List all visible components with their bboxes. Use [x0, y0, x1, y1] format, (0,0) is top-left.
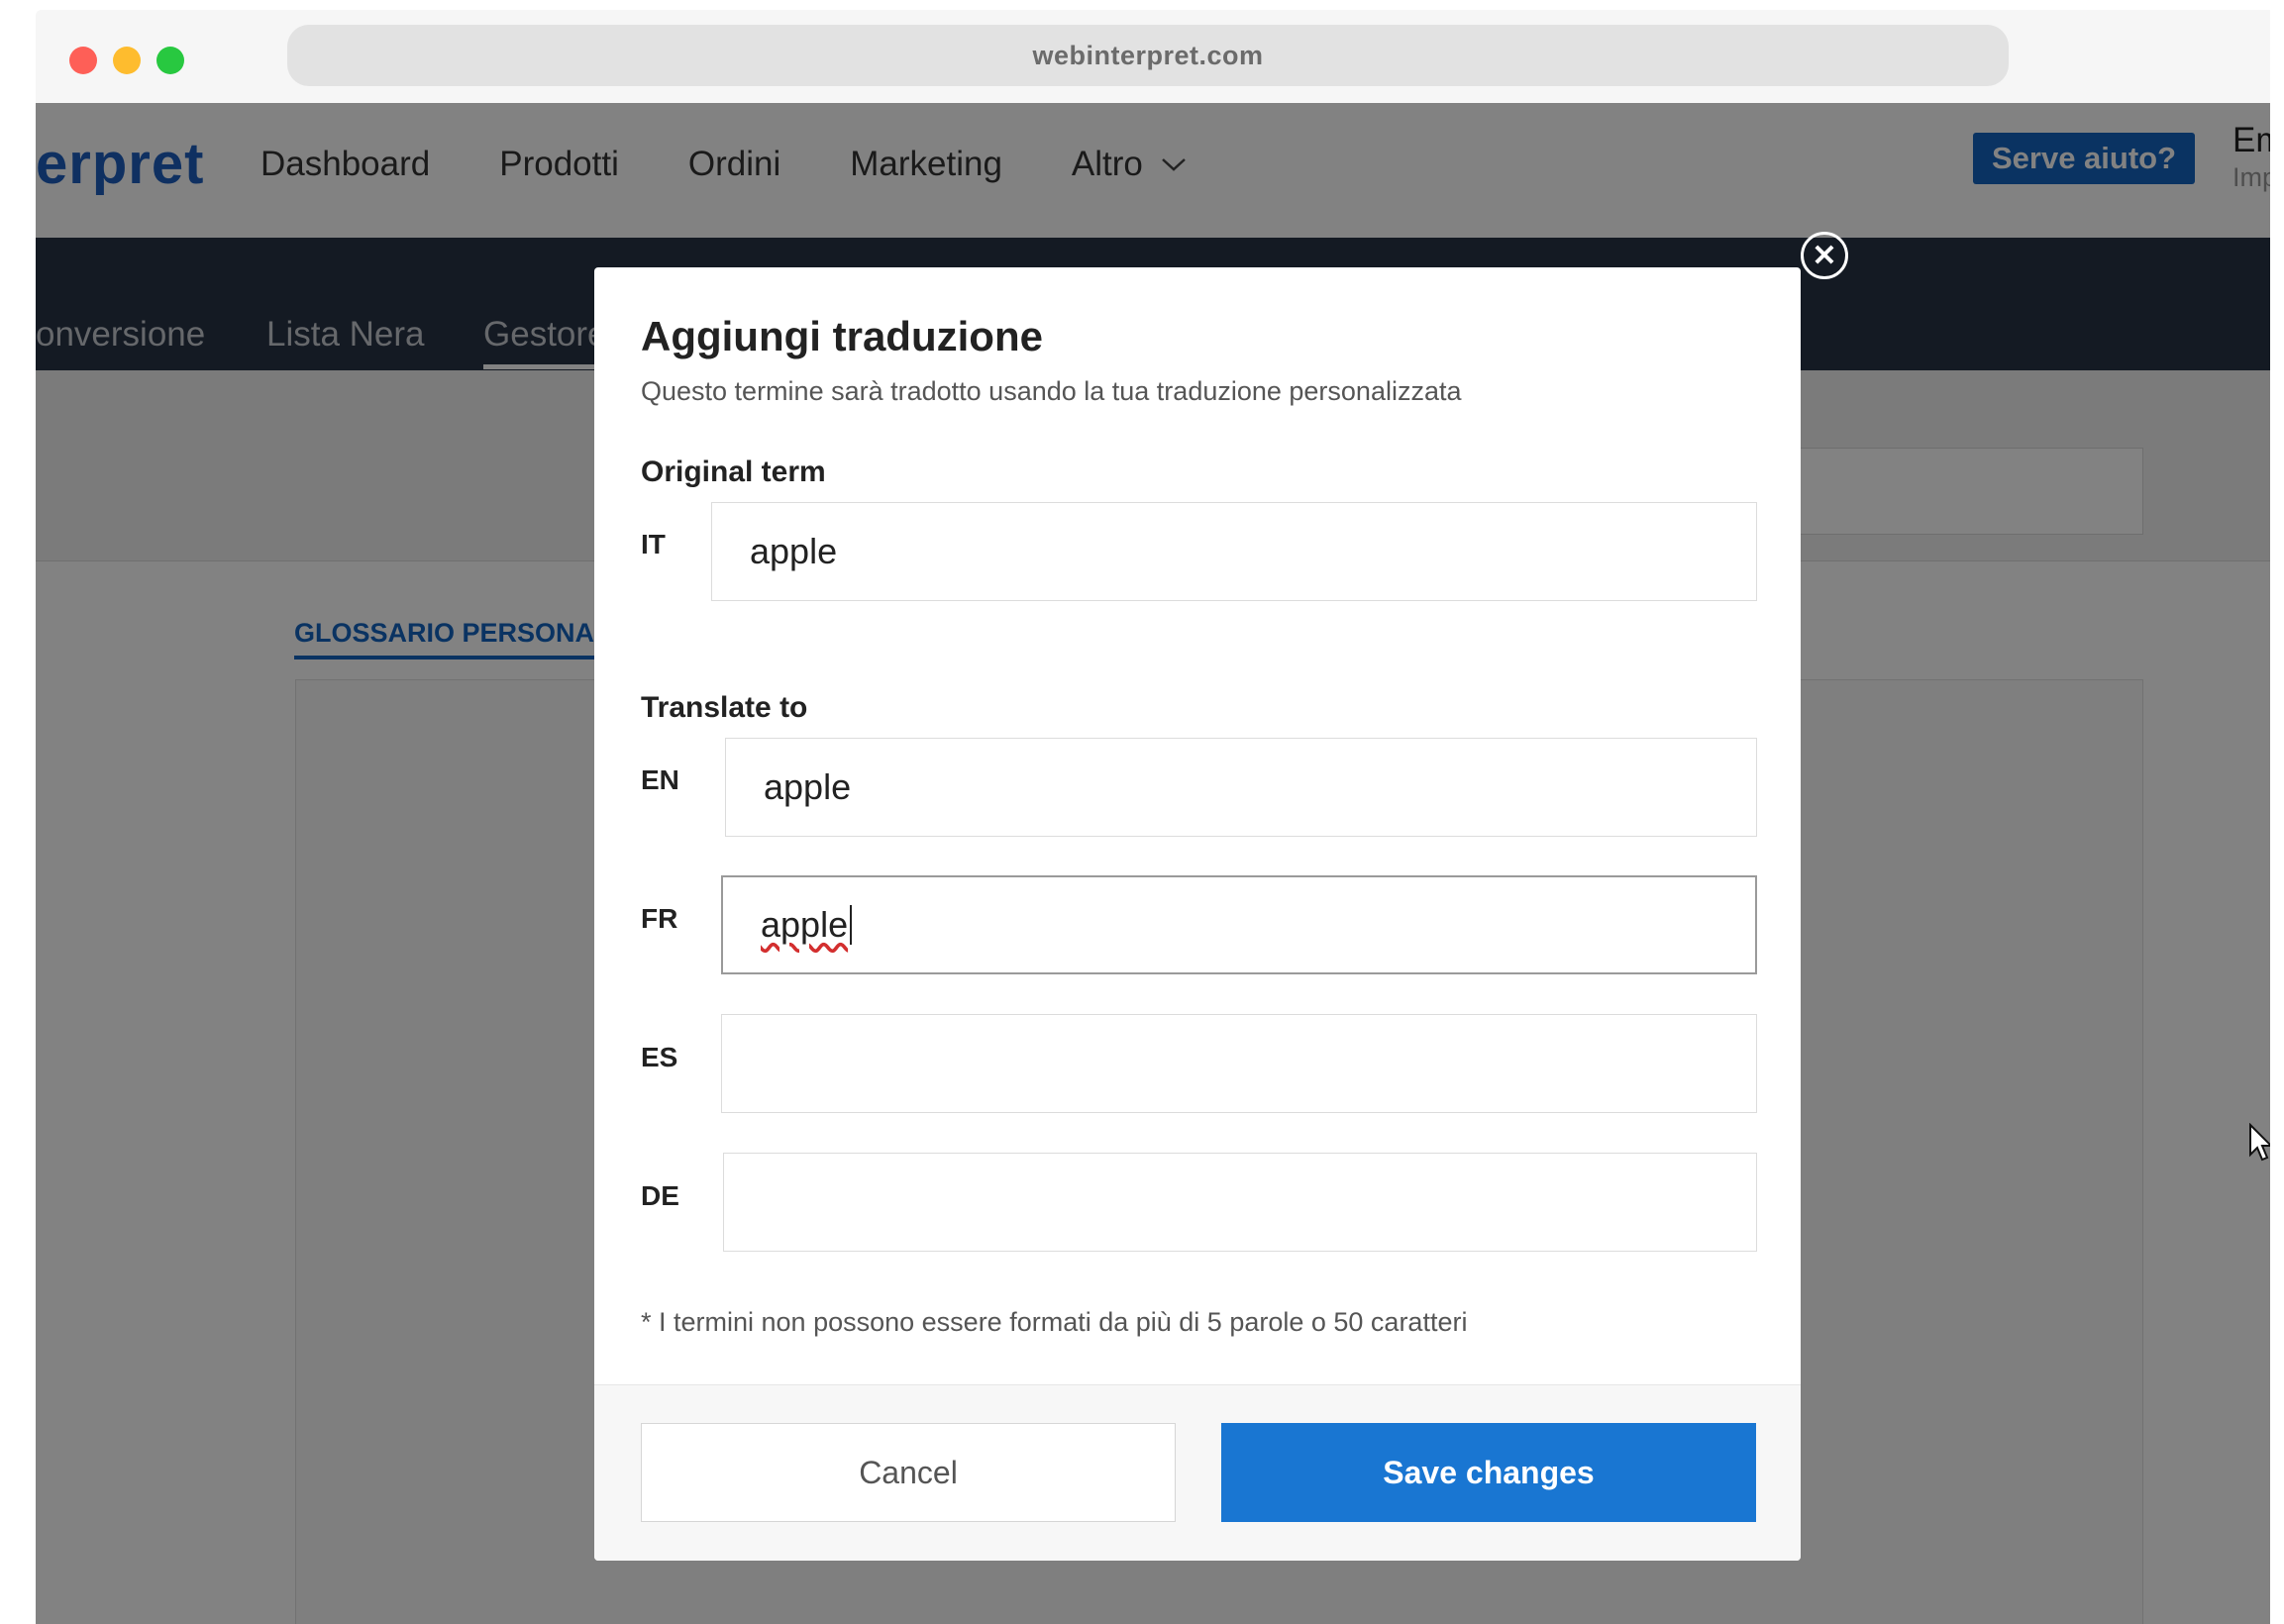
lang-code-es: ES — [641, 1042, 678, 1072]
original-term-field[interactable]: apple — [711, 502, 1757, 601]
close-modal-icon[interactable]: ✕ — [1801, 232, 1848, 279]
minimize-window-icon[interactable] — [113, 47, 141, 74]
modal-title: Aggiungi traduzione — [641, 313, 1043, 359]
save-changes-button[interactable]: Save changes — [1221, 1423, 1756, 1522]
translation-field-en[interactable]: apple — [725, 738, 1757, 837]
translation-field-fr[interactable]: apple — [721, 875, 1757, 974]
modal-footer: Cancel Save changes — [594, 1384, 1801, 1561]
translate-to-label: Translate to — [641, 691, 808, 724]
close-window-icon[interactable] — [69, 47, 97, 74]
mouse-pointer-icon — [2249, 1123, 2270, 1162]
translation-field-de[interactable] — [723, 1153, 1757, 1252]
translation-value-fr: apple — [761, 904, 849, 945]
original-lang-code: IT — [641, 529, 666, 559]
webpage: erpret Dashboard Prodotti Ordini Marketi… — [36, 103, 2270, 1624]
add-translation-modal: Aggiungi traduzione Questo termine sarà … — [594, 267, 1801, 1561]
original-term-value: apple — [750, 531, 838, 571]
cancel-button[interactable]: Cancel — [641, 1423, 1176, 1522]
browser-window: webinterpret.com erpret Dashboard Prodot… — [36, 10, 2270, 1624]
translation-value-en: apple — [764, 766, 852, 807]
lang-code-de: DE — [641, 1180, 679, 1211]
lang-code-fr: FR — [641, 903, 678, 934]
browser-titlebar: webinterpret.com — [36, 10, 2270, 103]
translation-field-es[interactable] — [721, 1014, 1757, 1113]
lang-code-en: EN — [641, 764, 679, 795]
address-bar[interactable]: webinterpret.com — [287, 25, 2009, 86]
maximize-window-icon[interactable] — [156, 47, 184, 74]
original-term-label: Original term — [641, 456, 826, 488]
term-limit-note: * I termini non possono essere formati d… — [641, 1307, 1468, 1337]
modal-subtitle: Questo termine sarà tradotto usando la t… — [641, 376, 1462, 406]
text-caret — [850, 905, 853, 945]
